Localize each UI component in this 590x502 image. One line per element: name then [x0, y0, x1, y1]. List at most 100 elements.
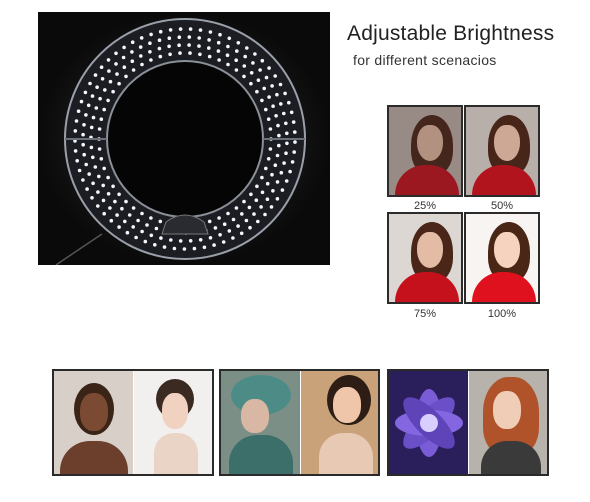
led-dot	[264, 107, 268, 112]
led-dot	[217, 58, 221, 62]
led-dot	[97, 147, 102, 151]
brightness-label-75: 75%	[413, 308, 437, 320]
led-dot	[97, 127, 102, 131]
led-dot	[90, 196, 94, 200]
led-dot	[115, 213, 119, 217]
led-dot	[289, 110, 294, 115]
led-dot	[124, 199, 128, 204]
led-dot	[265, 197, 270, 201]
led-dot	[82, 152, 86, 157]
led-dot	[268, 127, 273, 131]
led-dot	[178, 27, 183, 31]
led-dot	[167, 44, 171, 49]
photo-woman-auburn-hair	[469, 371, 547, 474]
led-dot	[81, 178, 85, 182]
led-dot	[264, 166, 268, 171]
led-dot	[84, 113, 88, 117]
portrait-photo	[389, 107, 461, 195]
led-dot	[149, 58, 153, 62]
led-dot	[138, 45, 143, 49]
led-dot	[284, 121, 288, 126]
led-dot	[242, 64, 247, 68]
led-dot	[270, 84, 274, 88]
led-dot	[122, 65, 127, 69]
led-dot	[273, 163, 278, 167]
led-dot	[96, 204, 100, 208]
led-dot	[90, 94, 95, 98]
led-dot	[75, 159, 79, 163]
led-dot	[188, 51, 192, 55]
led-dot	[149, 32, 153, 37]
led-dot	[273, 74, 277, 78]
led-dot	[235, 49, 239, 53]
led-dot	[99, 117, 104, 121]
led-dot	[207, 54, 212, 59]
led-dot	[227, 36, 232, 41]
led-dot	[86, 103, 91, 108]
led-dot	[254, 198, 259, 202]
led-dot	[172, 246, 177, 251]
led-dot	[216, 49, 221, 53]
led-dot	[106, 175, 110, 180]
led-dot	[192, 246, 197, 251]
led-dot	[153, 243, 157, 247]
led-dot	[188, 27, 193, 31]
led-dot	[266, 157, 271, 161]
led-dot	[271, 104, 275, 108]
led-dot	[148, 50, 152, 54]
led-dot	[101, 183, 105, 188]
led-dot	[277, 143, 281, 148]
led-dot	[117, 192, 121, 197]
led-dot	[255, 89, 259, 94]
led-dot	[260, 58, 265, 63]
led-dot	[130, 40, 135, 44]
led-dot	[249, 71, 254, 75]
led-dot	[277, 133, 281, 138]
led-dot	[93, 73, 98, 77]
led-dot	[73, 149, 78, 153]
led-dot	[125, 230, 130, 235]
led-dot	[217, 216, 221, 220]
led-dot	[131, 68, 136, 72]
page-subtitle: for different scenacios	[353, 52, 497, 68]
brightness-label-100: 100%	[487, 308, 517, 320]
led-dot	[102, 107, 106, 112]
photo-woman-hands-on-head	[54, 371, 133, 474]
led-dot	[222, 222, 227, 226]
led-dot	[103, 88, 107, 92]
led-dot	[99, 65, 104, 69]
led-dot	[130, 59, 135, 63]
led-dot	[178, 51, 182, 55]
led-dot	[162, 245, 167, 249]
led-dot	[268, 147, 273, 151]
led-dot	[117, 225, 121, 229]
led-dot	[218, 32, 222, 37]
led-dot	[253, 52, 257, 56]
led-dot	[168, 52, 172, 57]
led-dot	[293, 140, 297, 144]
led-dot	[96, 190, 100, 194]
led-dot	[249, 192, 253, 197]
led-dot	[251, 61, 255, 65]
led-dot	[283, 91, 287, 96]
led-dot	[260, 98, 264, 103]
ring-light-image	[38, 12, 330, 265]
led-dot	[106, 58, 111, 62]
photo-woman-teal-scarf	[221, 371, 300, 474]
led-dot	[158, 29, 163, 34]
led-dot	[149, 216, 153, 220]
led-dot	[288, 169, 292, 174]
led-dot	[114, 51, 118, 56]
led-dot	[240, 212, 244, 216]
led-dot	[120, 206, 124, 211]
led-dot	[134, 235, 138, 240]
portrait-photo	[466, 107, 538, 195]
led-dot	[244, 218, 249, 223]
led-dot	[197, 44, 201, 48]
led-dot	[83, 90, 88, 95]
led-dot	[106, 192, 111, 196]
led-dot	[255, 184, 259, 189]
led-dot	[87, 172, 91, 176]
led-dot	[226, 211, 230, 216]
led-dot	[88, 81, 92, 86]
